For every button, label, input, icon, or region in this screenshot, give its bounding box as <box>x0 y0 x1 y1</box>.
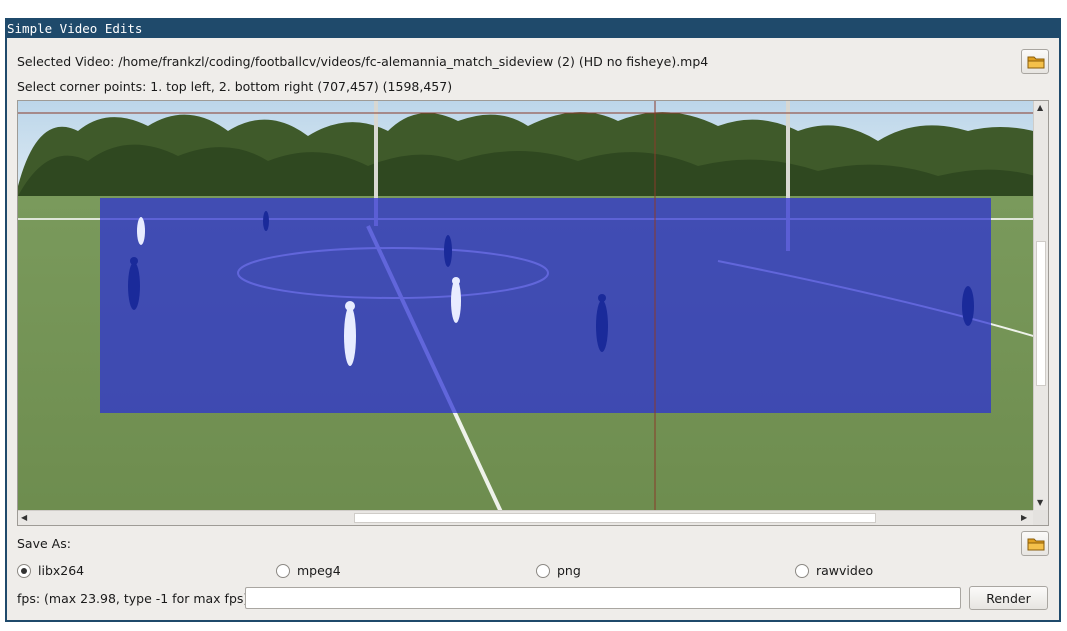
fps-input[interactable] <box>245 587 961 609</box>
video-frame-canvas[interactable] <box>17 100 1049 526</box>
open-video-button[interactable] <box>1021 49 1049 74</box>
selected-video-label: Selected Video: /home/frankzl/coding/foo… <box>17 54 709 69</box>
radio-label: mpeg4 <box>297 563 341 578</box>
scroll-up-icon[interactable]: ▲ <box>1037 103 1043 113</box>
scroll-right-icon[interactable]: ▶ <box>1021 513 1027 523</box>
radio-png[interactable]: png <box>536 563 581 578</box>
selection-rectangle <box>100 198 991 413</box>
save-as-button[interactable] <box>1021 531 1049 556</box>
radio-button[interactable] <box>536 563 550 578</box>
vertical-scroll-thumb[interactable] <box>1036 241 1046 386</box>
corner-points-label: Select corner points: 1. top left, 2. bo… <box>17 79 453 94</box>
folder-icon <box>1027 56 1045 69</box>
horizontal-scroll-thumb[interactable] <box>354 513 876 523</box>
radio-label: libx264 <box>38 563 85 578</box>
radio-mpeg4[interactable]: mpeg4 <box>276 563 341 578</box>
radio-label: png <box>557 563 581 578</box>
radio-button[interactable] <box>795 563 809 578</box>
window-title: Simple Video Edits <box>7 20 1059 38</box>
scroll-down-icon[interactable]: ▼ <box>1037 498 1043 508</box>
app-window: Simple Video Edits Selected Video: /home… <box>5 18 1061 622</box>
radio-libx264[interactable]: libx264 <box>17 563 84 578</box>
render-button[interactable]: Render <box>969 586 1048 610</box>
radio-label: rawvideo <box>816 563 874 578</box>
radio-rawvideo[interactable]: rawvideo <box>795 563 873 578</box>
radio-button[interactable] <box>17 563 31 578</box>
scroll-left-icon[interactable]: ◀ <box>21 513 27 523</box>
fps-label: fps: (max 23.98, type -1 for max fps) <box>17 591 249 606</box>
vertical-scrollbar[interactable]: ▲ ▼ <box>1033 101 1048 511</box>
folder-icon <box>1027 538 1045 551</box>
scroll-corner <box>1033 510 1048 525</box>
horizontal-scrollbar[interactable]: ◀ ▶ <box>18 510 1033 525</box>
save-as-label: Save As: <box>17 536 71 551</box>
radio-button[interactable] <box>276 563 290 578</box>
video-frame <box>18 101 1048 525</box>
